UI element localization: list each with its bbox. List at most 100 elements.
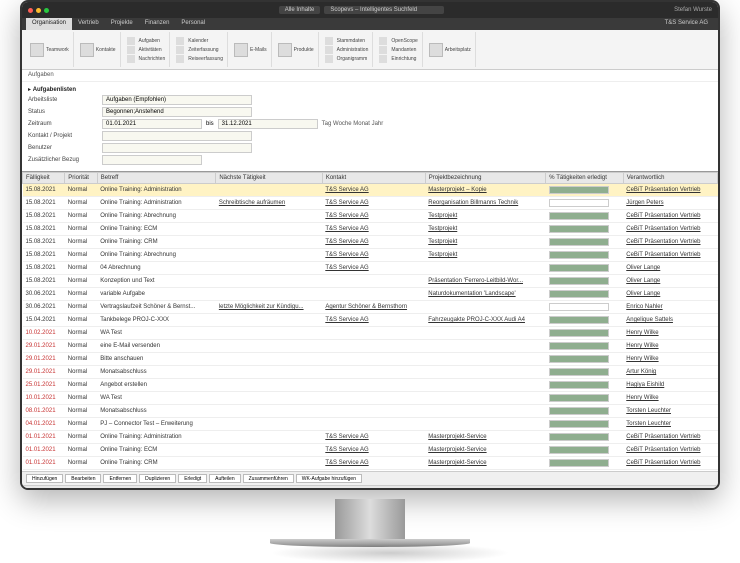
column-header[interactable]: Kontakt	[322, 173, 425, 184]
action-button[interactable]: Entfernen	[103, 474, 137, 483]
column-header[interactable]: Verantwortlich	[623, 173, 717, 184]
column-header[interactable]: Projektbezeichnung	[425, 173, 546, 184]
filter-bezug-field[interactable]	[102, 155, 202, 165]
column-header[interactable]: Betreff	[97, 173, 216, 184]
close-icon[interactable]	[28, 8, 33, 13]
table-row[interactable]: 15.08.2021NormalOnline Training: CRMT&S …	[23, 236, 718, 249]
filter-benutzer-field[interactable]	[102, 143, 252, 153]
minimize-icon[interactable]	[36, 8, 41, 13]
table-row[interactable]: 04.01.2021NormalPJ – Connector Test – Er…	[23, 418, 718, 431]
activities-icon	[127, 46, 135, 54]
table-row[interactable]: 30.06.2021Normalvariable AufgabeNaturdok…	[23, 288, 718, 301]
table-row[interactable]: 29.01.2021NormalBitte anschauenHenry Wil…	[23, 353, 718, 366]
ribbon-zeiterfassung[interactable]: Zeiterfassung	[176, 46, 223, 54]
table-row[interactable]: 01.01.2021NormalOnline Training: Adminis…	[23, 431, 718, 444]
orgchart-icon	[325, 55, 333, 63]
table-row[interactable]: 15.08.2021NormalOnline Training: Abrechn…	[23, 249, 718, 262]
column-header[interactable]: Fälligkeit	[23, 173, 65, 184]
ribbon-reiseerfassung[interactable]: Reiseerfassung	[176, 55, 223, 63]
menu-vertrieb[interactable]: Vertrieb	[72, 18, 105, 30]
contacts-icon	[80, 43, 94, 57]
current-user-label: Stefan Wurste	[674, 7, 712, 13]
ribbon-kalender[interactable]: Kalender	[176, 37, 223, 45]
monitor-stand	[270, 499, 470, 563]
table-row[interactable]: 15.08.2021NormalOnline Training: Adminis…	[23, 197, 718, 210]
ribbon-openscope[interactable]: OpenScope	[379, 37, 417, 45]
ribbon-aufgaben[interactable]: Aufgaben	[127, 37, 166, 45]
filter-status-field[interactable]: Begonnen;Anstehend	[102, 107, 252, 117]
table-row[interactable]: 15.08.2021NormalKonzeption und TextPräse…	[23, 275, 718, 288]
ribbon-teamwork[interactable]: Teamwork	[30, 43, 69, 57]
search-scope-dropdown[interactable]: Alle Inhalte	[279, 6, 321, 14]
travel-icon	[176, 55, 184, 63]
calendar-icon	[176, 37, 184, 45]
table-row[interactable]: 30.06.2021NormalVertragslaufzeit Schöner…	[23, 301, 718, 314]
filter-date-quicklinks[interactable]: Tag Woche Monat Jahr	[322, 121, 384, 127]
search-input[interactable]: Scopevs – Intelligentes Suchfeld	[324, 6, 444, 14]
action-button[interactable]: Aufteilen	[209, 474, 240, 483]
table-row[interactable]: 10.02.2021NormalWA TestHenry Wilke	[23, 327, 718, 340]
task-table: FälligkeitPrioritätBetreffNächste Tätigk…	[22, 172, 718, 471]
ribbon-einrichtung[interactable]: Einrichtung	[379, 55, 417, 63]
column-header[interactable]: Priorität	[65, 173, 97, 184]
action-button-bar: HinzufügenBearbeitenEntfernenDuplizieren…	[22, 471, 718, 485]
tasks-icon	[127, 37, 135, 45]
action-button[interactable]: Bearbeiten	[65, 474, 101, 483]
filter-date-to[interactable]: 31.12.2021	[218, 119, 318, 129]
ribbon-administration[interactable]: Administration	[325, 46, 369, 54]
ribbon-emails[interactable]: E-Mails	[234, 43, 267, 57]
table-row[interactable]: 15.08.2021NormalOnline Training: Abrechn…	[23, 210, 718, 223]
admin-icon	[325, 46, 333, 54]
filter-section-title: Aufgabenlisten	[33, 87, 76, 93]
table-row[interactable]: 15.08.2021NormalOnline Training: ECMT&S …	[23, 223, 718, 236]
filter-label-status: Status	[28, 109, 98, 115]
messages-icon	[127, 55, 135, 63]
filter-label-kontakt: Kontakt / Projekt	[28, 133, 98, 139]
ribbon-aktivitaeten[interactable]: Aktivitäten	[127, 46, 166, 54]
ribbon-mandanten[interactable]: Mandanten	[379, 46, 417, 54]
menu-personal[interactable]: Personal	[175, 18, 211, 30]
ribbon-produkte[interactable]: Produkte	[278, 43, 314, 57]
teamwork-icon	[30, 43, 44, 57]
products-icon	[278, 43, 292, 57]
tenants-icon	[379, 46, 387, 54]
filter-arbeitsliste-field[interactable]: Aufgaben (Empfohlen)	[102, 95, 252, 105]
bottom-tab-bar: Aufgaben	[22, 485, 718, 490]
column-header[interactable]: % Tätigkeiten erledigt	[546, 173, 623, 184]
window-controls	[28, 8, 49, 13]
filter-date-from[interactable]: 01.01.2021	[102, 119, 202, 129]
table-row[interactable]: 29.01.2021NormalMonatsabschlussArtur Kön…	[23, 366, 718, 379]
window-titlebar: Alle Inhalte Scopevs – Intelligentes Suc…	[22, 2, 718, 18]
bottom-tab-aufgaben[interactable]: Aufgaben	[38, 488, 73, 491]
menu-projekte[interactable]: Projekte	[105, 18, 139, 30]
table-row[interactable]: 08.01.2021NormalMonatsabschlussTorsten L…	[23, 405, 718, 418]
action-button[interactable]: Erledigt	[178, 474, 207, 483]
email-icon	[234, 43, 248, 57]
menu-finanzen[interactable]: Finanzen	[139, 18, 176, 30]
ribbon-organigramm[interactable]: Organigramm	[325, 55, 369, 63]
table-row[interactable]: 15.04.2021NormalTankbelege PROJ-C-XXXT&S…	[23, 314, 718, 327]
chart-icon[interactable]	[26, 489, 34, 491]
action-button[interactable]: Hinzufügen	[26, 474, 63, 483]
table-row[interactable]: 15.08.2021Normal04 AbrechnungT&S Service…	[23, 262, 718, 275]
main-menu: Organisation Vertrieb Projekte Finanzen …	[22, 18, 718, 30]
ribbon-stammdaten[interactable]: Stammdaten	[325, 37, 369, 45]
column-header[interactable]: Nächste Tätigkeit	[216, 173, 322, 184]
table-row[interactable]: 10.01.2021NormalWA TestHenry Wilke	[23, 392, 718, 405]
table-row[interactable]: 25.01.2021NormalAngebot erstellenHagiya …	[23, 379, 718, 392]
menu-organisation[interactable]: Organisation	[26, 18, 72, 30]
action-button[interactable]: WK-Aufgabe hinzufügen	[296, 474, 362, 483]
filter-kontakt-field[interactable]	[102, 131, 252, 141]
filter-label-benutzer: Benutzer	[28, 145, 98, 151]
table-row[interactable]: 29.01.2021Normaleine E-Mail versendenHen…	[23, 340, 718, 353]
table-row[interactable]: 15.08.2021NormalOnline Training: Adminis…	[23, 184, 718, 197]
action-button[interactable]: Zusammenführen	[243, 474, 294, 483]
table-row[interactable]: 01.01.2021NormalOnline Training: CRMT&S …	[23, 457, 718, 470]
ribbon-nachrichten[interactable]: Nachrichten	[127, 55, 166, 63]
company-label: T&S Service AG	[659, 18, 714, 30]
ribbon-arbeitsplatz[interactable]: Arbeitsplatz	[429, 43, 471, 57]
action-button[interactable]: Duplizieren	[139, 474, 176, 483]
ribbon-kontakte[interactable]: Kontakte	[80, 43, 116, 57]
table-row[interactable]: 01.01.2021NormalOnline Training: ECMT&S …	[23, 444, 718, 457]
time-tracking-icon	[176, 46, 184, 54]
